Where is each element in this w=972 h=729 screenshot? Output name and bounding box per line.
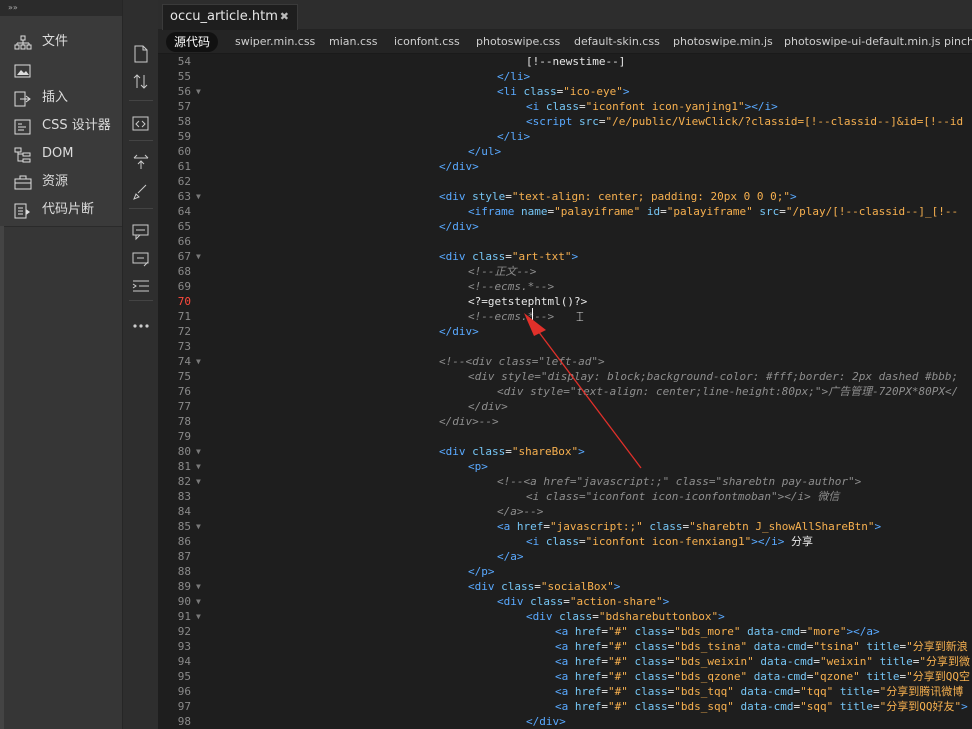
- annotation-arrow: [524, 313, 642, 469]
- dreamweaver-window: »» 文件 插入 CSS 设计器 DOM 资源 代码片断 occu_article.htm…: [0, 0, 972, 729]
